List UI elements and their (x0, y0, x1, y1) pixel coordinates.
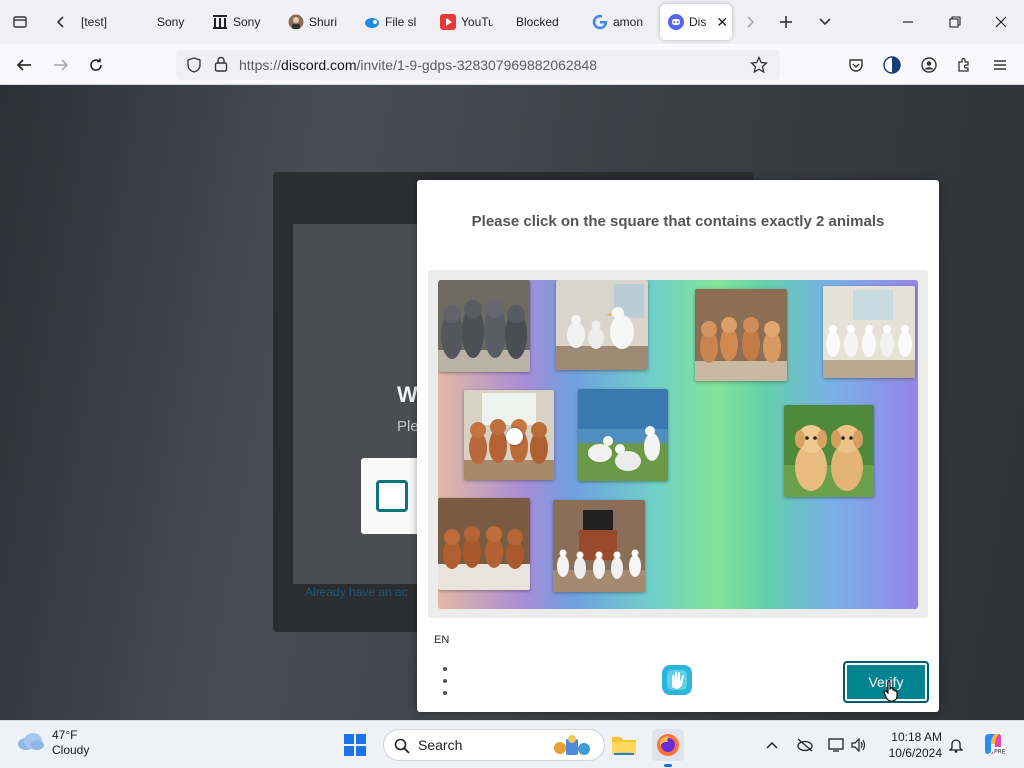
tracking-shield-icon[interactable] (186, 57, 202, 78)
search-highlight-icon (550, 733, 594, 764)
tile-seagulls-room[interactable] (556, 280, 648, 370)
tab-label: Blocked (516, 15, 559, 29)
tile-puppies-couch[interactable] (438, 498, 530, 590)
language-selector[interactable]: EN (434, 634, 449, 646)
bird-logo-icon (364, 14, 380, 30)
scroll-tabs-left-icon[interactable] (49, 10, 73, 34)
back-arrow-icon[interactable] (11, 52, 37, 78)
system-clock[interactable]: 10:18 AM 10/6/2024 (878, 729, 942, 761)
discord-logo-icon (668, 14, 684, 30)
reload-icon[interactable] (83, 52, 109, 78)
app-menu-icon[interactable] (987, 52, 1013, 78)
youtube-music-icon (440, 14, 456, 30)
taskbar-search[interactable]: Search (383, 729, 605, 761)
tab-sony-2[interactable]: Sony (212, 4, 267, 40)
tab-label: amon (613, 15, 644, 29)
close-tab-icon[interactable]: ✕ (716, 14, 728, 31)
file-explorer-icon[interactable] (608, 729, 640, 761)
clock-date: 10/6/2024 (888, 746, 942, 760)
pointer-cursor-icon (883, 680, 899, 707)
weather-temperature: 47°F (52, 728, 78, 742)
network-icon[interactable] (826, 735, 846, 755)
tab-overview-icon[interactable] (8, 10, 32, 34)
bookmark-star-icon[interactable] (749, 55, 769, 79)
list-all-tabs-icon[interactable] (813, 10, 837, 34)
tab-label: [test] (81, 15, 108, 29)
url-domain: discord.com (281, 57, 357, 73)
page-content: W Ple Already have an ac Please click on… (0, 85, 1024, 720)
windows-start-icon[interactable] (344, 734, 366, 761)
show-hidden-icons-icon[interactable] (762, 735, 782, 755)
new-tab-icon[interactable] (774, 10, 798, 34)
tile-seagulls-fireplace[interactable] (553, 500, 645, 592)
tab-discord[interactable]: Dis ✕ (660, 4, 732, 40)
tile-grey-dogs[interactable] (438, 280, 530, 372)
active-app-indicator (664, 764, 672, 767)
avatar-icon (288, 14, 304, 30)
tab-file[interactable]: File sl (364, 4, 416, 40)
navigation-toolbar: https://discord.com/invite/1-9-gdps-3283… (0, 44, 1024, 85)
clock-time: 10:18 AM (891, 730, 942, 744)
tile-seagulls-grass[interactable] (578, 389, 668, 481)
more-options-icon[interactable] (437, 667, 453, 695)
lock-icon[interactable] (214, 56, 228, 77)
discord-heading: W (397, 382, 418, 407)
weather-widget[interactable]: 47°F Cloudy (16, 728, 89, 758)
tab-label: Shuri (309, 15, 338, 29)
volume-icon[interactable] (849, 735, 869, 755)
svg-text:PRE: PRE (994, 749, 1005, 756)
hcaptcha-logo-icon (660, 663, 694, 697)
cloud-icon (16, 731, 44, 756)
url-scheme: https:// (239, 57, 282, 73)
account-icon[interactable] (916, 52, 942, 78)
tab-label: Dis (689, 15, 707, 29)
challenge-prompt: Please click on the square that contains… (471, 213, 885, 230)
tab-label: Sony (233, 15, 261, 29)
challenge-canvas[interactable] (438, 280, 918, 609)
onedrive-offline-icon[interactable] (795, 735, 815, 755)
tile-two-puppies[interactable] (784, 405, 874, 497)
tab-blocked[interactable]: Blocked (516, 4, 566, 40)
extensions-icon[interactable] (951, 52, 977, 78)
notification-bell-icon[interactable] (946, 735, 966, 755)
tab-youtube[interactable]: YouTu (440, 4, 493, 40)
copilot-icon[interactable]: PRE (980, 731, 1006, 757)
tab-test[interactable]: [test] (81, 4, 115, 40)
challenge-frame (428, 270, 928, 618)
library-columns-icon (212, 14, 228, 30)
discord-subtext: Ple (397, 418, 419, 435)
close-window-icon[interactable] (987, 8, 1015, 36)
tab-label: File sl (385, 15, 416, 29)
click-marker (506, 428, 523, 445)
captcha-checkbox[interactable] (376, 480, 408, 512)
dark-reader-icon[interactable] (879, 52, 905, 78)
tab-shuri[interactable]: Shuri (288, 4, 342, 40)
login-link[interactable]: Already have an ac (305, 585, 408, 599)
tab-label: YouTu (461, 15, 493, 29)
google-g-icon (592, 14, 608, 30)
restore-window-icon[interactable] (941, 8, 969, 36)
tab-label: Sony (157, 15, 185, 29)
url-path: /invite/1-9-gdps-328307969882062848 (356, 57, 598, 73)
url-text[interactable]: https://discord.com/invite/1-9-gdps-3283… (239, 57, 597, 73)
scroll-tabs-right-icon[interactable] (738, 10, 762, 34)
pocket-icon[interactable] (843, 52, 869, 78)
address-bar[interactable]: https://discord.com/invite/1-9-gdps-3283… (176, 50, 780, 80)
tile-puppies-room[interactable] (695, 289, 787, 381)
taskbar: 47°F Cloudy Search 10:18 AM 10/6/2024 PR… (0, 720, 1024, 768)
tab-sony-1[interactable]: Sony (157, 4, 187, 40)
search-icon (394, 738, 410, 759)
captcha-challenge-dialog: Please click on the square that contains… (417, 180, 939, 712)
weather-description: Cloudy (52, 743, 90, 757)
tab-strip: [test] Sony Sony Shuri File sl YouTu Blo… (0, 0, 1024, 44)
firefox-icon[interactable] (652, 729, 684, 767)
forward-arrow-icon[interactable] (48, 52, 74, 78)
tile-five-seagulls[interactable] (823, 286, 915, 378)
tab-google[interactable]: amon (592, 4, 645, 40)
minimize-window-icon[interactable] (894, 8, 922, 36)
search-label: Search (418, 737, 463, 753)
